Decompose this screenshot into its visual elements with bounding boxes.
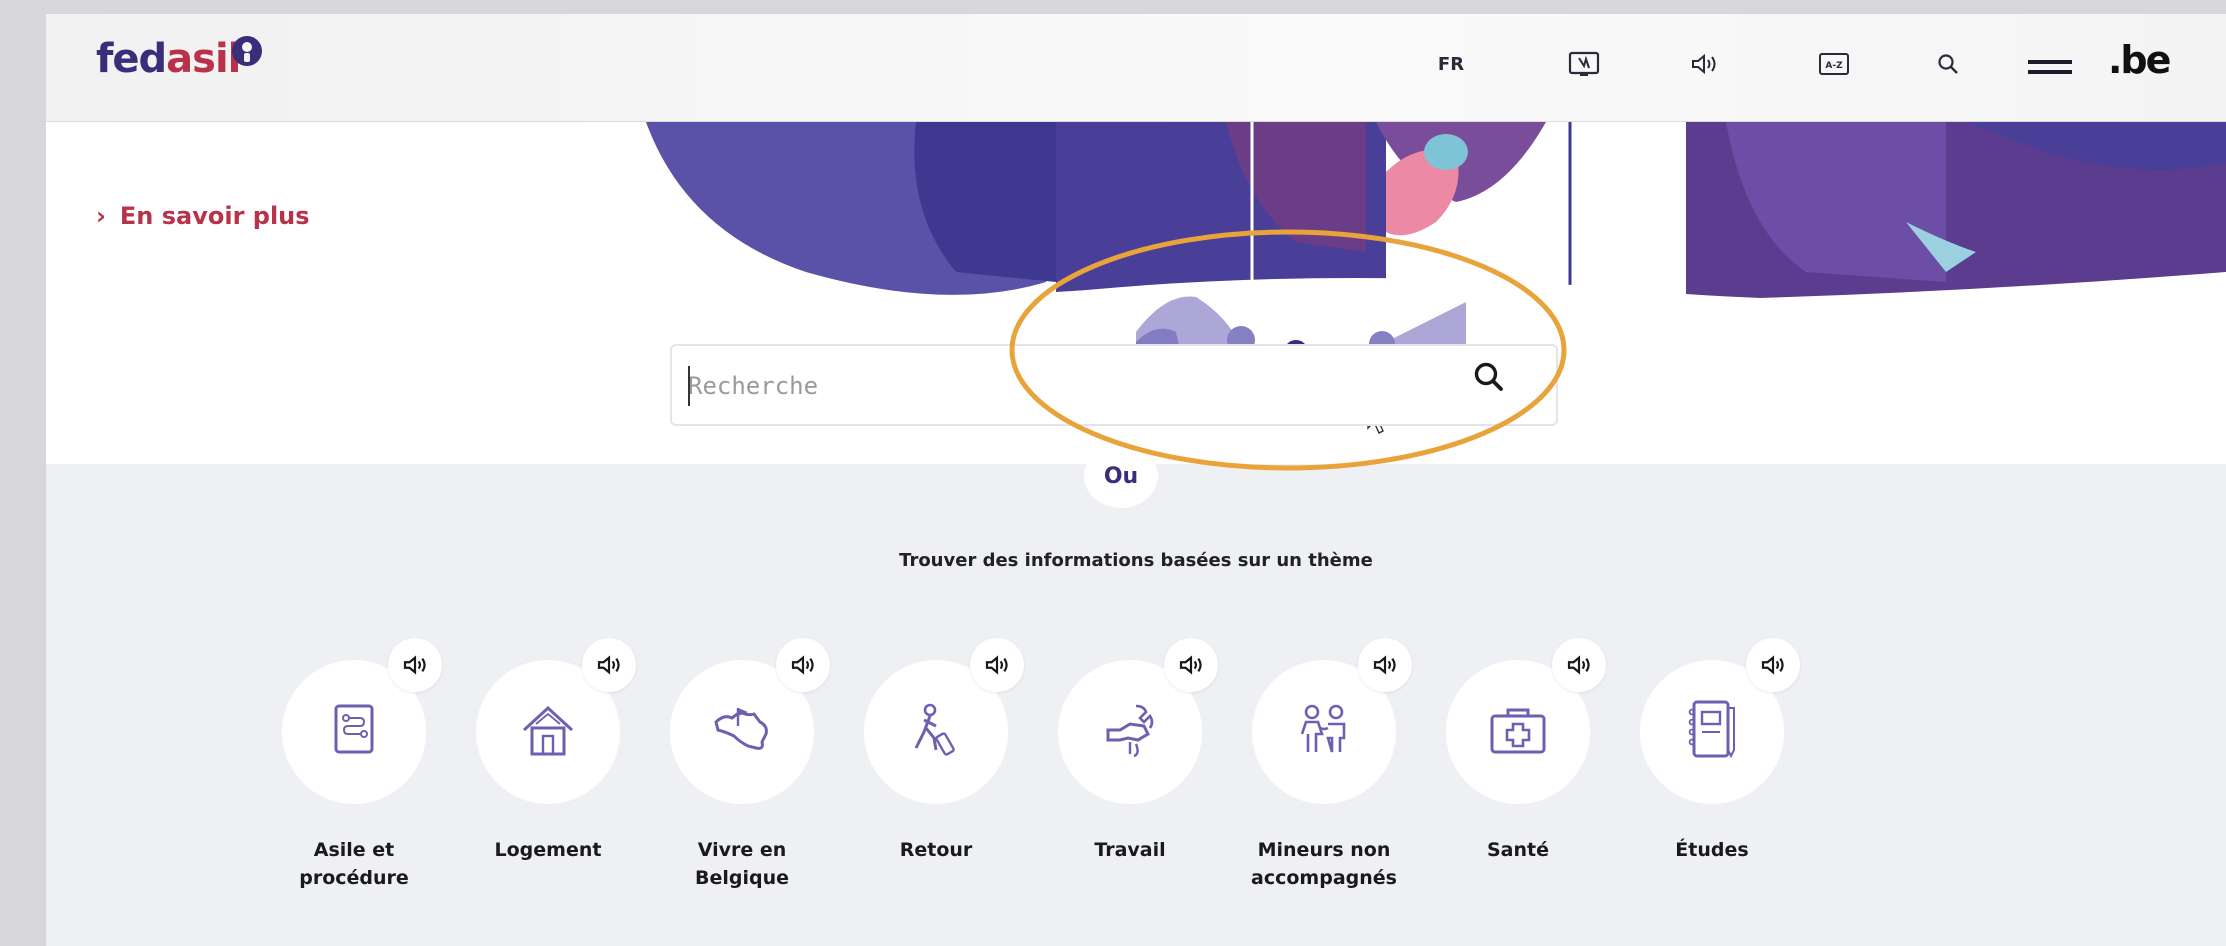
search-icon	[1474, 362, 1503, 391]
speaker-icon[interactable]	[1358, 638, 1412, 692]
glossary-icon[interactable]: A-Z	[1812, 44, 1856, 84]
theme-label[interactable]: Mineurs non accompagnés	[1224, 836, 1424, 892]
speaker-icon[interactable]	[388, 638, 442, 692]
traveler-icon	[906, 700, 966, 764]
chevron-right-icon: ›	[96, 202, 106, 230]
search-button[interactable]	[1472, 360, 1542, 414]
theme-label[interactable]: Travail	[1030, 836, 1230, 864]
themes-title: Trouver des informations basées sur un t…	[899, 550, 1373, 571]
en-savoir-plus-link[interactable]: › En savoir plus	[96, 202, 310, 230]
house-icon	[518, 700, 578, 764]
speaker-icon[interactable]	[970, 638, 1024, 692]
page: fedasil FR A-Z .be › En savoir plus Rech…	[46, 14, 2226, 946]
or-divider: Ou	[1084, 444, 1158, 508]
speaker-icon[interactable]	[1746, 638, 1800, 692]
site-header: fedasil FR A-Z .be	[46, 14, 2226, 122]
text-caret	[688, 366, 690, 406]
theme-label[interactable]: Vivre en Belgique	[642, 836, 842, 892]
search-input[interactable]	[688, 362, 1388, 410]
fedasil-logo[interactable]: fedasil	[96, 36, 241, 82]
menu-icon[interactable]	[2028, 60, 2072, 74]
first-aid-kit-icon	[1486, 702, 1550, 762]
search-box	[670, 344, 1558, 426]
sign-language-icon[interactable]	[1562, 44, 1606, 84]
children-icon	[1292, 700, 1356, 764]
speaker-icon[interactable]	[1164, 638, 1218, 692]
theme-label[interactable]: Retour	[836, 836, 1036, 864]
theme-label[interactable]: Asile et procédure	[254, 836, 454, 892]
svg-text:A-Z: A-Z	[1825, 61, 1843, 71]
language-selector[interactable]: FR	[1421, 44, 1481, 84]
info-person-icon	[232, 36, 262, 66]
hero-section: › En savoir plus	[46, 122, 2226, 464]
speaker-icon[interactable]	[582, 638, 636, 692]
handshake-tool-icon	[1100, 700, 1160, 764]
belgium-map-icon	[710, 702, 774, 762]
speaker-icon[interactable]	[776, 638, 830, 692]
search-icon[interactable]	[1926, 44, 1970, 84]
speaker-icon[interactable]	[1552, 638, 1606, 692]
speaker-icon[interactable]	[1682, 44, 1726, 84]
document-flow-icon	[326, 700, 382, 764]
belgium-be-logo[interactable]: .be	[2108, 38, 2171, 82]
notebook-icon	[1684, 698, 1740, 766]
theme-label[interactable]: Santé	[1418, 836, 1618, 864]
theme-label[interactable]: Logement	[448, 836, 648, 864]
theme-label[interactable]: Études	[1612, 836, 1812, 864]
